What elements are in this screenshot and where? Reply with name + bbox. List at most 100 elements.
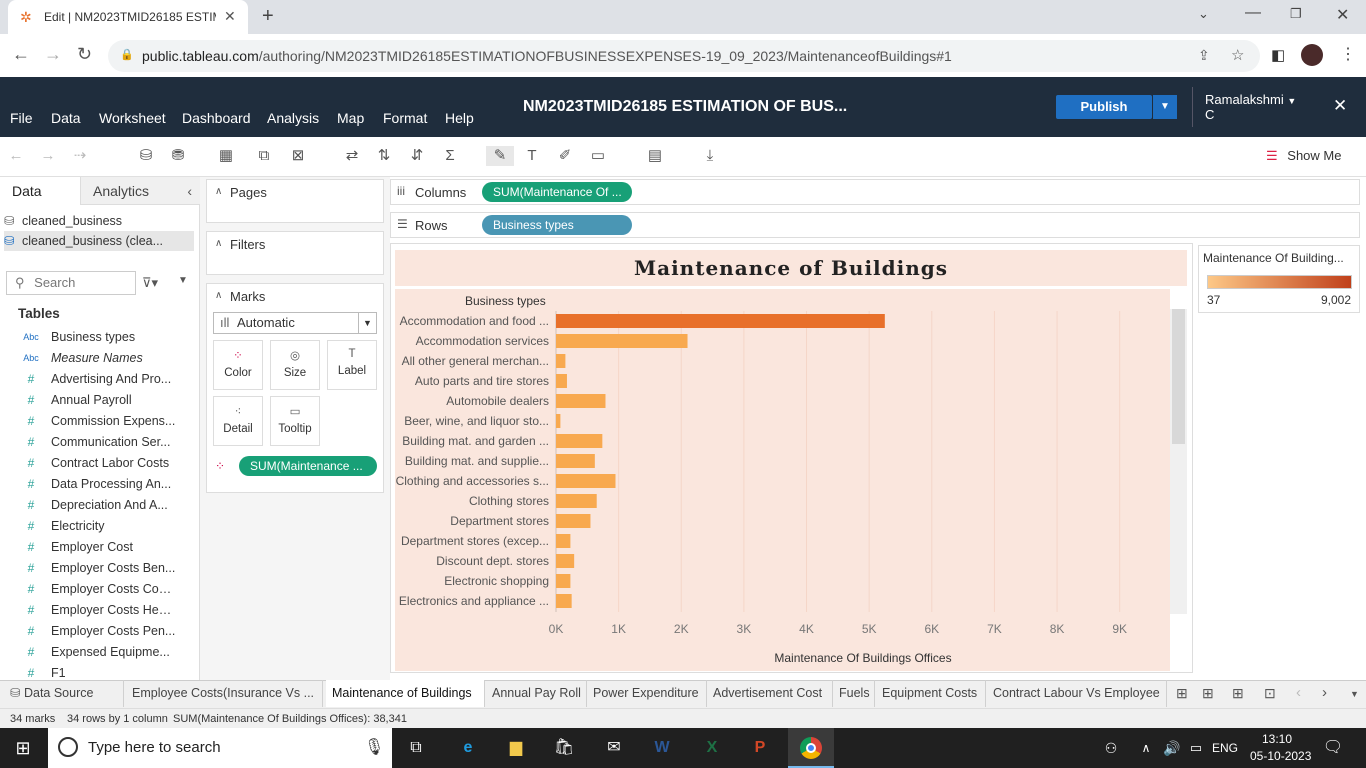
collapse-icon[interactable]: ∧ <box>215 238 222 249</box>
category-label[interactable]: Accommodation and food ... <box>400 314 549 328</box>
scroll-tabs-right-icon[interactable]: › <box>1322 684 1327 701</box>
menu-dashboard[interactable]: Dashboard <box>182 110 251 126</box>
tab-analytics[interactable]: Analytics ‹ <box>80 177 200 205</box>
category-label[interactable]: Department stores (excep... <box>401 534 549 548</box>
powerpoint-icon[interactable]: P <box>742 728 778 768</box>
file-explorer-icon[interactable]: ▆ <box>498 728 534 768</box>
bookmark-star-icon[interactable]: ☆ <box>1231 46 1244 64</box>
bar[interactable] <box>556 374 567 388</box>
sheet-tab-employee-costs[interactable]: Employee Costs(Insurance Vs ... <box>126 680 323 707</box>
bar[interactable] <box>556 334 688 348</box>
bar[interactable] <box>556 514 591 528</box>
sheet-tab-maintenance[interactable]: Maintenance of Buildings <box>326 680 485 707</box>
store-icon[interactable]: 🛍 <box>546 728 582 768</box>
worksheet-view[interactable]: Maintenance of Buildings Business types … <box>390 243 1193 673</box>
category-label[interactable]: Electronics and appliance ... <box>399 594 549 608</box>
category-label[interactable]: Clothing stores <box>469 494 549 508</box>
collapse-icon[interactable]: ∧ <box>215 186 222 197</box>
bar[interactable] <box>556 534 571 548</box>
user-menu[interactable]: Ramalakshmi ▼ C <box>1192 87 1312 127</box>
battery-icon[interactable]: ▭ <box>1186 728 1206 768</box>
sheet-tab-advertisement-cost[interactable]: Advertisement Cost <box>707 680 833 707</box>
publish-button[interactable]: Publish <box>1056 95 1152 119</box>
tab-close-icon[interactable]: ✕ <box>224 8 236 25</box>
field-item[interactable]: # Advertising And Pro... <box>0 369 200 390</box>
scrollbar-thumb[interactable] <box>1172 309 1185 444</box>
tab-data[interactable]: Data <box>0 177 80 205</box>
sheet-tab-equipment-costs[interactable]: Equipment Costs <box>876 680 986 707</box>
field-item[interactable]: # Expensed Equipme... <box>0 642 200 663</box>
sidepanel-icon[interactable]: ◧ <box>1271 46 1285 64</box>
new-story-tab-icon[interactable]: ⊞ <box>1232 685 1244 702</box>
category-label[interactable]: Clothing and accessories s... <box>396 474 549 488</box>
search-field[interactable]: ⚲ Search <box>6 271 136 295</box>
sort-asc-icon[interactable]: ⇅ <box>374 146 394 166</box>
replay-icon[interactable]: ⇢ <box>70 146 90 166</box>
category-label[interactable]: Department stores <box>450 514 549 528</box>
color-button[interactable]: ⁘ Color <box>213 340 263 390</box>
field-item[interactable]: # Employer Costs Pen... <box>0 621 200 642</box>
bar[interactable] <box>556 354 566 368</box>
field-item[interactable]: # Commission Expens... <box>0 411 200 432</box>
tray-chevron-icon[interactable]: ∧ <box>1136 728 1156 768</box>
tab-search-icon[interactable]: ⌄ <box>1198 6 1209 22</box>
edge-icon[interactable]: e <box>450 728 486 768</box>
columns-pill[interactable]: SUM(Maintenance Of ... <box>482 182 632 202</box>
filters-card[interactable]: ∧ Filters <box>206 231 384 275</box>
presentation-icon[interactable]: ▤ <box>645 146 665 166</box>
menu-file[interactable]: File <box>10 110 33 126</box>
bar[interactable] <box>556 494 597 508</box>
undo-icon[interactable]: ← <box>6 146 26 166</box>
field-item[interactable]: # Communication Ser... <box>0 432 200 453</box>
field-item[interactable]: # F1 <box>0 663 200 680</box>
category-label[interactable]: Discount dept. stores <box>436 554 549 568</box>
color-legend[interactable]: Maintenance Of Building... 37 9,002 <box>1198 245 1360 313</box>
workbook-title[interactable]: NM2023TMID26185 ESTIMATION OF BUS... <box>523 98 847 116</box>
clock-time[interactable]: 13:10 <box>1262 732 1292 746</box>
mark-type-select[interactable]: ıll Automatic ▼ <box>213 312 377 334</box>
download-icon[interactable]: ⤓ <box>700 146 720 166</box>
columns-shelf[interactable]: iii Columns SUM(Maintenance Of ... <box>390 179 1360 205</box>
field-item[interactable]: Abc Measure Names <box>0 348 200 369</box>
detail-button[interactable]: ⁖ Detail <box>213 396 263 446</box>
windows-start-icon[interactable]: ⊞ <box>0 728 46 768</box>
bar[interactable] <box>556 394 606 408</box>
datasource-item[interactable]: ⛁ cleaned_business <box>4 211 194 231</box>
bar[interactable] <box>556 414 561 428</box>
show-me-button[interactable]: ☰ Show Me <box>1266 148 1356 166</box>
rows-shelf[interactable]: ☰ Rows Business types <box>390 212 1360 238</box>
share-icon[interactable]: ⇪ <box>1198 47 1210 64</box>
fit-icon[interactable]: ▭ <box>588 146 608 166</box>
taskbar-search[interactable]: Type here to search 🎙 <box>48 728 392 768</box>
publish-dropdown-button[interactable]: ▼ <box>1153 95 1177 119</box>
swap-icon[interactable]: ⇄ <box>342 146 362 166</box>
field-item[interactable]: # Contract Labor Costs <box>0 453 200 474</box>
menu-analysis[interactable]: Analysis <box>267 110 319 126</box>
new-dashboard-tab-icon[interactable]: ⊞ <box>1202 685 1214 702</box>
language-indicator[interactable]: ENG <box>1212 741 1238 755</box>
clock-date[interactable]: 05-10-2023 <box>1250 749 1311 763</box>
label-text-icon[interactable]: T <box>522 146 542 166</box>
word-icon[interactable]: W <box>644 728 680 768</box>
bar[interactable] <box>556 574 571 588</box>
excel-icon[interactable]: X <box>694 728 730 768</box>
label-button[interactable]: T Label <box>327 340 377 390</box>
tooltip-button[interactable]: ▭ Tooltip <box>270 396 320 446</box>
category-label[interactable]: Auto parts and tire stores <box>415 374 549 388</box>
notifications-icon[interactable]: 🗨 <box>1318 728 1348 768</box>
menu-help[interactable]: Help <box>445 110 474 126</box>
restore-icon[interactable]: ❐ <box>1290 6 1302 22</box>
totals-icon[interactable]: Σ <box>440 146 460 166</box>
sort-desc-icon[interactable]: ⇵ <box>407 146 427 166</box>
reload-icon[interactable]: ↻ <box>77 44 92 65</box>
new-worksheet-icon[interactable]: ▦ <box>216 146 236 166</box>
highlight-icon[interactable]: ✎ <box>486 146 514 166</box>
datasource-item-selected[interactable]: ⛁ cleaned_business (clea... <box>4 231 194 251</box>
redo-icon[interactable]: → <box>38 146 58 166</box>
chrome-taskbar-button[interactable] <box>788 728 834 768</box>
menu-worksheet[interactable]: Worksheet <box>99 110 166 126</box>
marks-measure-pill[interactable]: SUM(Maintenance ... <box>239 456 377 476</box>
volume-icon[interactable]: 🔊 <box>1160 728 1184 768</box>
new-datasource-icon[interactable]: ⛁ <box>136 146 156 166</box>
pages-card[interactable]: ∧ Pages <box>206 179 384 223</box>
